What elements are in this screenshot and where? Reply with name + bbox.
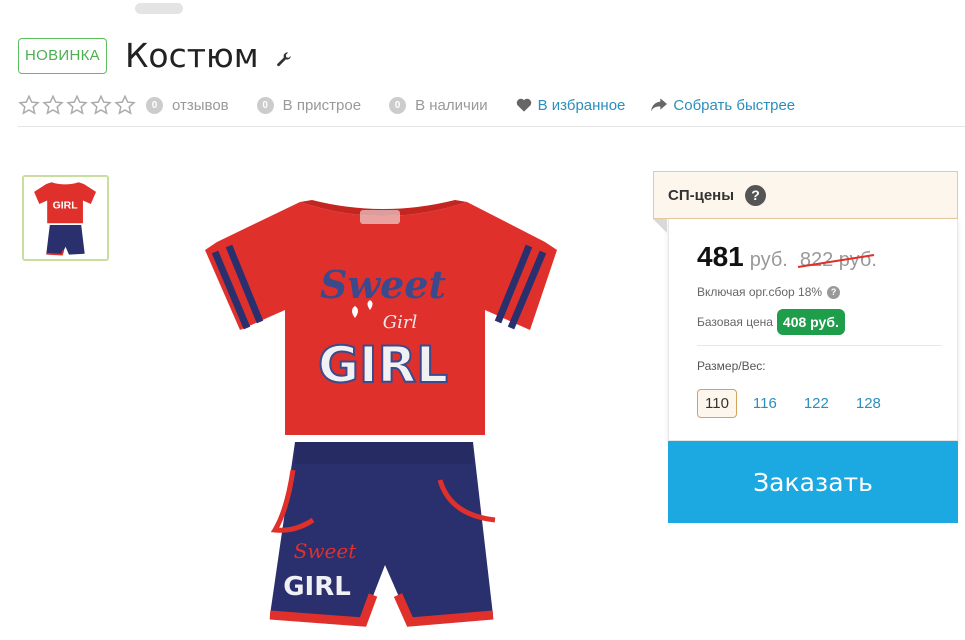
price-card: СП-цены ? 481 руб. 822 руб. Включая орг.… [653, 171, 958, 523]
base-price-badge: 408 руб. [776, 309, 845, 335]
share-arrow-icon [651, 98, 668, 112]
stock-label: В наличии [415, 96, 488, 114]
size-label: Размер/Вес: [697, 359, 766, 373]
sp-prices-title: СП-цены [668, 186, 735, 204]
collect-faster-link[interactable]: Собрать быстрее [651, 97, 795, 114]
star-icon[interactable] [18, 94, 40, 116]
product-header: НОВИНКА Костюм [18, 36, 293, 75]
order-button[interactable]: Заказать [668, 441, 958, 523]
old-price: 822 руб. [797, 249, 877, 272]
shorts-print-girl: GIRL [283, 572, 351, 602]
help-icon[interactable]: ? [745, 184, 767, 206]
stock-count-badge: 0 [389, 96, 407, 114]
print-sweet: Sweet [320, 262, 447, 307]
base-price-label: Базовая цена [697, 315, 773, 329]
reviews-label: отзывов [172, 96, 229, 114]
reviews-count-badge: 0 [146, 96, 163, 114]
new-badge: НОВИНКА [18, 37, 107, 74]
reviews-count[interactable]: 0 отзывов [146, 96, 229, 114]
print-girl-script: Girl [383, 312, 418, 333]
included-fee-row: Включая орг.сбор 18% ? [669, 273, 957, 299]
faster-label: Собрать быстрее [673, 96, 796, 114]
product-meta-bar: 0 отзывов 0 В пристрое 0 В наличии В изб… [18, 94, 821, 116]
size-option-128[interactable]: 128 [856, 395, 881, 412]
current-price: 481 [697, 241, 744, 272]
base-price-row: Базовая цена 408 руб. [669, 299, 957, 335]
favorite-label: В избранное [537, 96, 626, 114]
size-option-110[interactable]: 110 [697, 389, 737, 418]
star-icon[interactable] [90, 94, 112, 116]
star-icon[interactable] [66, 94, 88, 116]
print-girl: GIRL [318, 336, 448, 394]
pristroy-count: 0 В пристрое [256, 96, 362, 114]
product-title: Костюм [124, 36, 259, 75]
top-scroll-pill [135, 3, 183, 14]
star-icon[interactable] [42, 94, 64, 116]
size-option-116[interactable]: 116 [753, 395, 777, 412]
wrench-icon[interactable] [275, 51, 293, 69]
heart-icon [516, 98, 531, 112]
currency-label: руб. [749, 249, 788, 271]
svg-text:GIRL: GIRL [53, 200, 79, 211]
included-fee-text: Включая орг.сбор 18% [697, 285, 823, 299]
size-options: 110 116 122 128 [669, 373, 957, 440]
strikethrough-line [797, 254, 875, 268]
product-image: Sweet Girl GIRL Sweet GIRL [205, 200, 557, 627]
pristroy-label: В пристрое [282, 96, 362, 114]
price-details: 481 руб. 822 руб. Включая орг.сбор 18% ?… [668, 219, 958, 441]
pristroy-count-badge: 0 [256, 96, 274, 114]
ribbon-fold [653, 219, 667, 233]
add-to-favorites-link[interactable]: В избранное [516, 96, 626, 114]
thumbnail-image: GIRL [34, 182, 97, 256]
stock-count: 0 В наличии [389, 96, 488, 114]
price-row: 481 руб. 822 руб. [669, 219, 957, 273]
rating-stars[interactable] [18, 94, 136, 116]
product-thumbnail[interactable]: GIRL [22, 175, 109, 261]
star-icon[interactable] [114, 94, 136, 116]
sp-prices-header: СП-цены ? [653, 171, 958, 219]
shorts-print-sweet: Sweet [294, 539, 357, 563]
fee-help-icon[interactable]: ? [827, 285, 841, 299]
header-divider [18, 126, 965, 127]
size-option-122[interactable]: 122 [804, 395, 829, 412]
